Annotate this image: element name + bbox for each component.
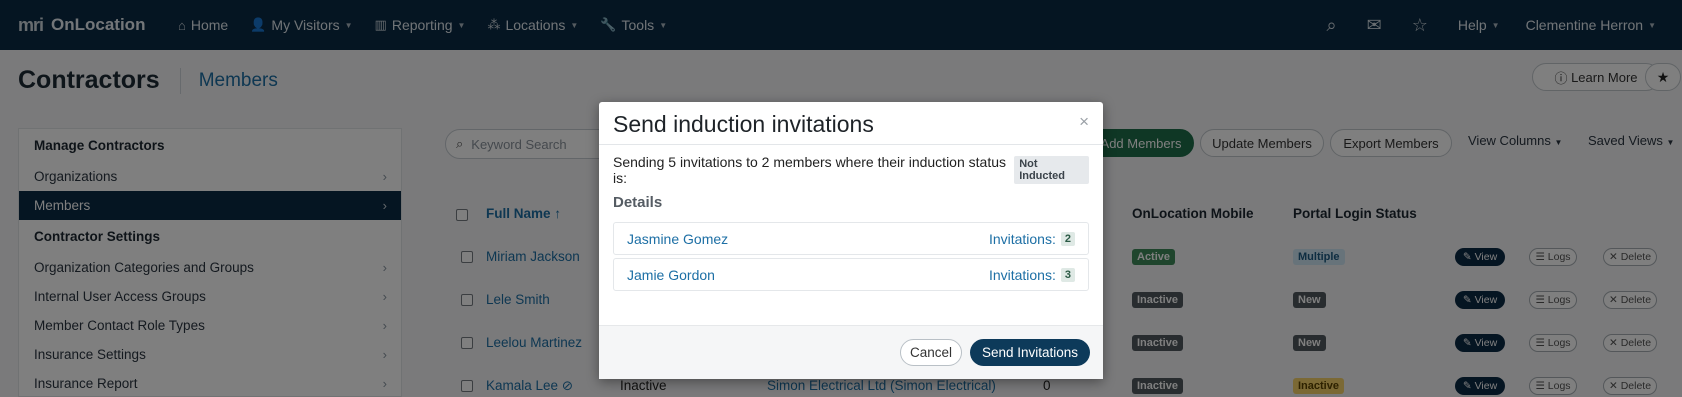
modal-intro: Sending 5 invitations to 2 members where… [613, 154, 1089, 186]
invitations-count[interactable]: Invitations: 3 [989, 267, 1075, 283]
modal-header: Send induction invitations × [599, 102, 1103, 145]
invitations-count-badge: 3 [1060, 267, 1075, 282]
invitations-count-badge: 2 [1060, 231, 1075, 246]
member-invitation-list: Jasmine Gomez Invitations: 2 Jamie Gordon… [613, 222, 1089, 291]
modal-body: Sending 5 invitations to 2 members where… [599, 145, 1103, 291]
list-item: Jasmine Gomez Invitations: 2 [613, 222, 1089, 255]
send-invitations-modal: Send induction invitations × Sending 5 i… [599, 102, 1103, 379]
induction-status-tag: Not Inducted [1014, 156, 1089, 184]
invitations-label: Invitations: [988, 266, 1056, 283]
details-heading: Details [613, 194, 663, 211]
close-icon[interactable]: × [1079, 112, 1089, 132]
member-name-link[interactable]: Jamie Gordon [627, 267, 715, 283]
member-name-link[interactable]: Jasmine Gomez [627, 231, 728, 247]
modal-footer: Cancel Send Invitations [599, 325, 1103, 379]
modal-title: Send induction invitations [613, 111, 874, 137]
send-invitations-button[interactable]: Send Invitations [970, 339, 1090, 366]
cancel-button[interactable]: Cancel [900, 339, 962, 366]
invitations-label: Invitations: [988, 230, 1056, 247]
list-item: Jamie Gordon Invitations: 3 [613, 258, 1089, 291]
invitations-count[interactable]: Invitations: 2 [989, 231, 1075, 247]
intro-text: Sending 5 invitations to 2 members where… [613, 154, 1006, 186]
